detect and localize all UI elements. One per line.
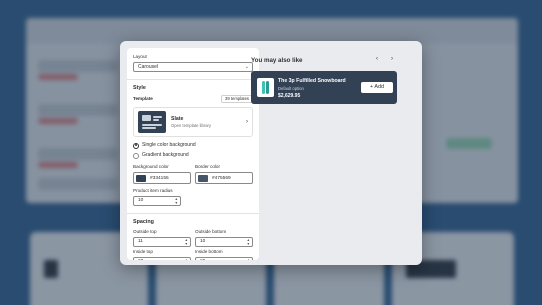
chevron-left-icon[interactable]: ‹ [376, 56, 378, 62]
background-color-value: #334155 [150, 175, 169, 181]
outside-spacing: Outside top 11 ▲ ▼ Outside bottom 10 ▲ ▼ [133, 229, 253, 247]
inside-top-label: Inside top [133, 249, 153, 254]
chevron-right-icon[interactable]: › [391, 56, 393, 62]
layout-label: Layout [133, 54, 147, 59]
outside-top-input[interactable]: 11 ▲ ▼ [133, 237, 191, 247]
spinner-arrows-icon[interactable]: ▲▼ [247, 238, 250, 246]
radio-icon [133, 152, 139, 159]
border-color-value: #475569 [212, 175, 231, 181]
background-color-swatch[interactable] [136, 174, 146, 182]
outside-bottom-input[interactable]: 10 ▲ ▼ [195, 237, 253, 247]
preview-title: You may also like [251, 57, 303, 64]
border-color-field[interactable]: #475569 [195, 172, 253, 184]
radius-input[interactable]: 10 ▲ ▼ [133, 196, 181, 206]
inside-top-value: 20 [138, 259, 143, 260]
template-source: Open template library [171, 122, 212, 128]
product-name: The 3p Fulfilled Snowboard [278, 78, 346, 84]
inside-bottom-value: 20 [200, 259, 205, 260]
template-thumbnail [138, 111, 166, 133]
outside-bottom-label: Outside bottom [195, 229, 227, 234]
style-heading: Style [133, 85, 146, 91]
background-color-field[interactable]: #334155 [133, 172, 191, 184]
border-color-label: Border color [195, 164, 221, 169]
layout-select[interactable]: Carousel ⌄ [133, 62, 253, 72]
inside-top-input[interactable]: 20 ▲▼ [133, 257, 191, 260]
outside-top-value: 11 [138, 239, 143, 244]
outside-top-label: Outside top [133, 229, 157, 234]
add-button[interactable]: + Add [361, 82, 393, 93]
chevron-down-icon: ⌄ [244, 64, 249, 70]
product-card: The 3p Fulfilled Snowboard Default optio… [251, 71, 397, 104]
single-color-label: Single color background [142, 142, 196, 148]
inside-bottom-label: Inside bottom [195, 249, 223, 254]
divider [127, 79, 259, 80]
outside-bottom-value: 10 [200, 239, 206, 244]
background-color-label: Background color [133, 164, 169, 169]
chevron-right-icon: › [246, 119, 248, 125]
spinner-arrows-icon[interactable]: ▲▼ [185, 258, 188, 260]
gradient-radio[interactable]: Gradient background [133, 152, 253, 159]
product-option: Default option [278, 86, 304, 91]
settings-panel: Layout Carousel ⌄ Style Template 39 temp… [127, 48, 259, 260]
radius-label: Product item radius [133, 188, 173, 193]
template-card[interactable]: Slate Open template library › [133, 107, 253, 137]
single-color-radio[interactable]: Single color background [133, 142, 253, 149]
spinner-arrows-icon[interactable]: ▲▼ [247, 258, 250, 260]
spinner-arrows-icon[interactable]: ▲▼ [175, 197, 178, 205]
inside-bottom-input[interactable]: 20 ▲▼ [195, 257, 253, 260]
template-name: Slate [171, 115, 184, 122]
layout-select-value: Carousel [138, 64, 159, 70]
product-price: $2,629.95 [278, 93, 301, 99]
radius-value: 10 [138, 198, 144, 203]
template-label: Template [133, 96, 153, 101]
snowboard-icon [257, 78, 274, 97]
border-color-swatch[interactable] [198, 174, 208, 182]
template-row: Template 39 templates [133, 95, 253, 103]
spacing-heading: Spacing [133, 219, 154, 225]
divider [127, 213, 259, 214]
inside-spacing: Inside top 20 ▲▼ Inside bottom 20 ▲▼ [133, 249, 253, 260]
customize-modal: Layout Carousel ⌄ Style Template 39 temp… [120, 41, 422, 265]
radio-selected-icon [133, 142, 139, 149]
spinner-arrows-icon[interactable]: ▲▼ [185, 238, 188, 246]
gradient-label: Gradient background [142, 152, 189, 158]
template-count-button[interactable]: 39 templates [221, 95, 253, 103]
color-fields: Background color #334155 Border color #4… [133, 164, 253, 184]
